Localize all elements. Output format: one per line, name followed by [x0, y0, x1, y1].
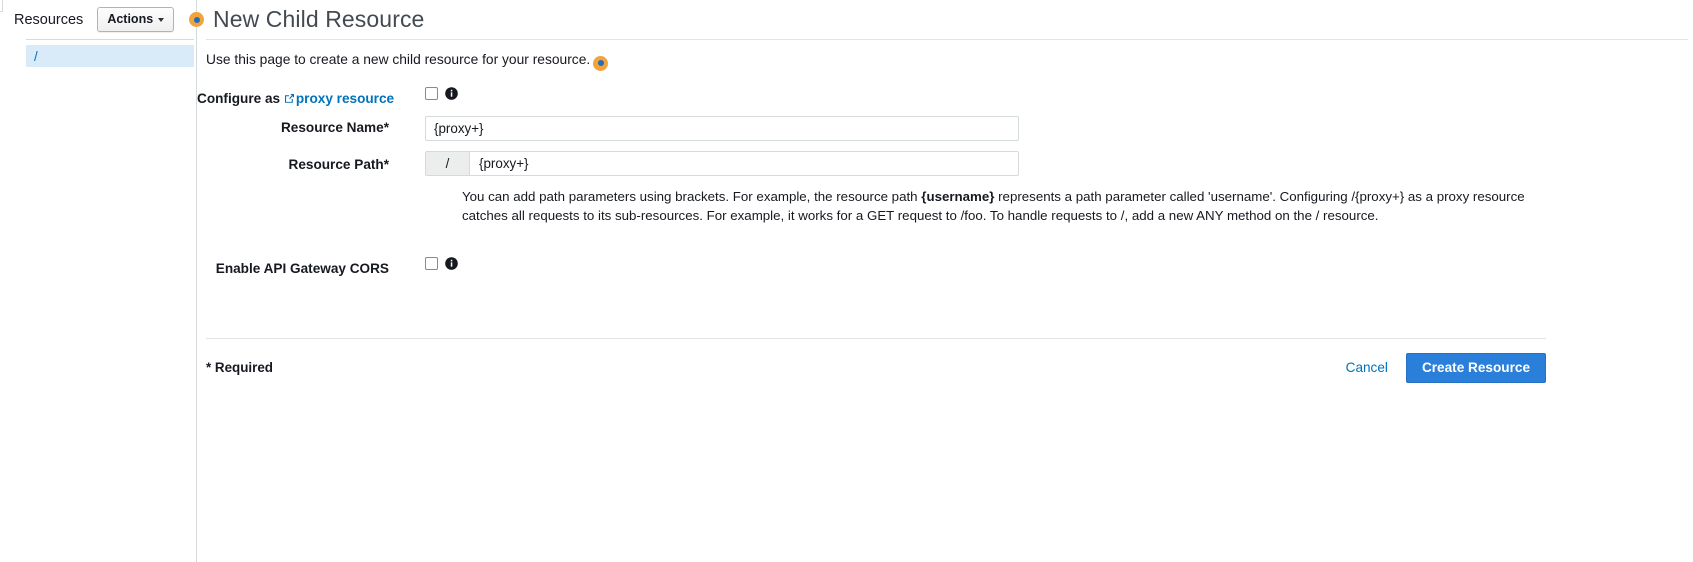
resource-path-input-group: / [425, 150, 1019, 176]
resource-path-help-text: You can add path parameters using bracke… [462, 187, 1532, 226]
page-title: New Child Resource [213, 6, 425, 32]
create-resource-button[interactable]: Create Resource [1405, 352, 1546, 383]
footer-actions: Cancel Create Resource [1346, 352, 1546, 383]
intro-marker-icon [593, 55, 609, 71]
resources-sidebar: Resources Actions / [0, 0, 197, 562]
resource-path-prefix: / [426, 151, 470, 175]
resources-label: Resources [14, 11, 84, 28]
sidebar-corner-tick [0, 0, 3, 12]
cors-checkbox[interactable] [425, 256, 438, 270]
sidebar-item-label: / [34, 48, 38, 64]
resource-path-input[interactable] [470, 151, 1018, 175]
resource-marker-icon [189, 12, 204, 27]
proxy-resource-checkbox[interactable] [425, 86, 438, 100]
actions-button[interactable]: Actions [97, 7, 175, 32]
new-child-resource-form: Configure as proxy resource Resource Nam… [197, 86, 1693, 276]
chevron-down-icon [158, 18, 165, 22]
main-content: New Child Resource Use this page to crea… [189, 0, 1693, 562]
resource-name-row: Resource Name* [197, 115, 1693, 141]
proxy-resource-row: Configure as proxy resource [197, 86, 1693, 106]
footer-divider [206, 337, 1546, 339]
proxy-resource-control [425, 86, 458, 100]
resource-name-label: Resource Name* [280, 119, 389, 135]
external-link-icon [284, 93, 295, 104]
proxy-resource-link-text: proxy resource [295, 90, 395, 106]
cors-label: Enable API Gateway CORS [215, 260, 389, 276]
actions-button-label: Actions [107, 12, 154, 27]
resource-path-control: / [425, 150, 1019, 176]
resource-path-row: Resource Path* / [197, 150, 1693, 176]
api-gateway-new-child-resource-page: Resources Actions / New Child Resource U… [0, 0, 1693, 562]
required-note: * Required [206, 360, 273, 376]
intro-text: Use this page to create a new child reso… [206, 52, 591, 67]
info-icon[interactable] [445, 257, 458, 270]
resource-path-label: Resource Path* [288, 156, 389, 172]
help-text-part1: You can add path parameters using bracke… [462, 188, 922, 204]
intro-text-container: Use this page to create a new child reso… [206, 51, 1693, 71]
cancel-button[interactable]: Cancel [1346, 360, 1388, 375]
proxy-resource-label: Configure as proxy resource [197, 87, 425, 106]
resource-name-control [425, 115, 1019, 141]
cors-control [425, 256, 458, 270]
resource-name-input[interactable] [425, 115, 1019, 141]
proxy-resource-link[interactable]: proxy resource [284, 91, 394, 106]
sidebar-divider [26, 39, 194, 40]
proxy-label-prefix: Configure as [197, 90, 284, 106]
help-text-bold: {username} [921, 188, 995, 204]
form-footer: * Required Cancel Create Resource [206, 352, 1546, 383]
info-icon[interactable] [445, 86, 458, 100]
sidebar-header: Resources Actions [0, 0, 196, 39]
page-header: New Child Resource [189, 0, 1693, 39]
sidebar-item-root-resource[interactable]: / [26, 45, 194, 67]
header-divider [206, 39, 1688, 40]
cors-row: Enable API Gateway CORS [197, 256, 1693, 276]
